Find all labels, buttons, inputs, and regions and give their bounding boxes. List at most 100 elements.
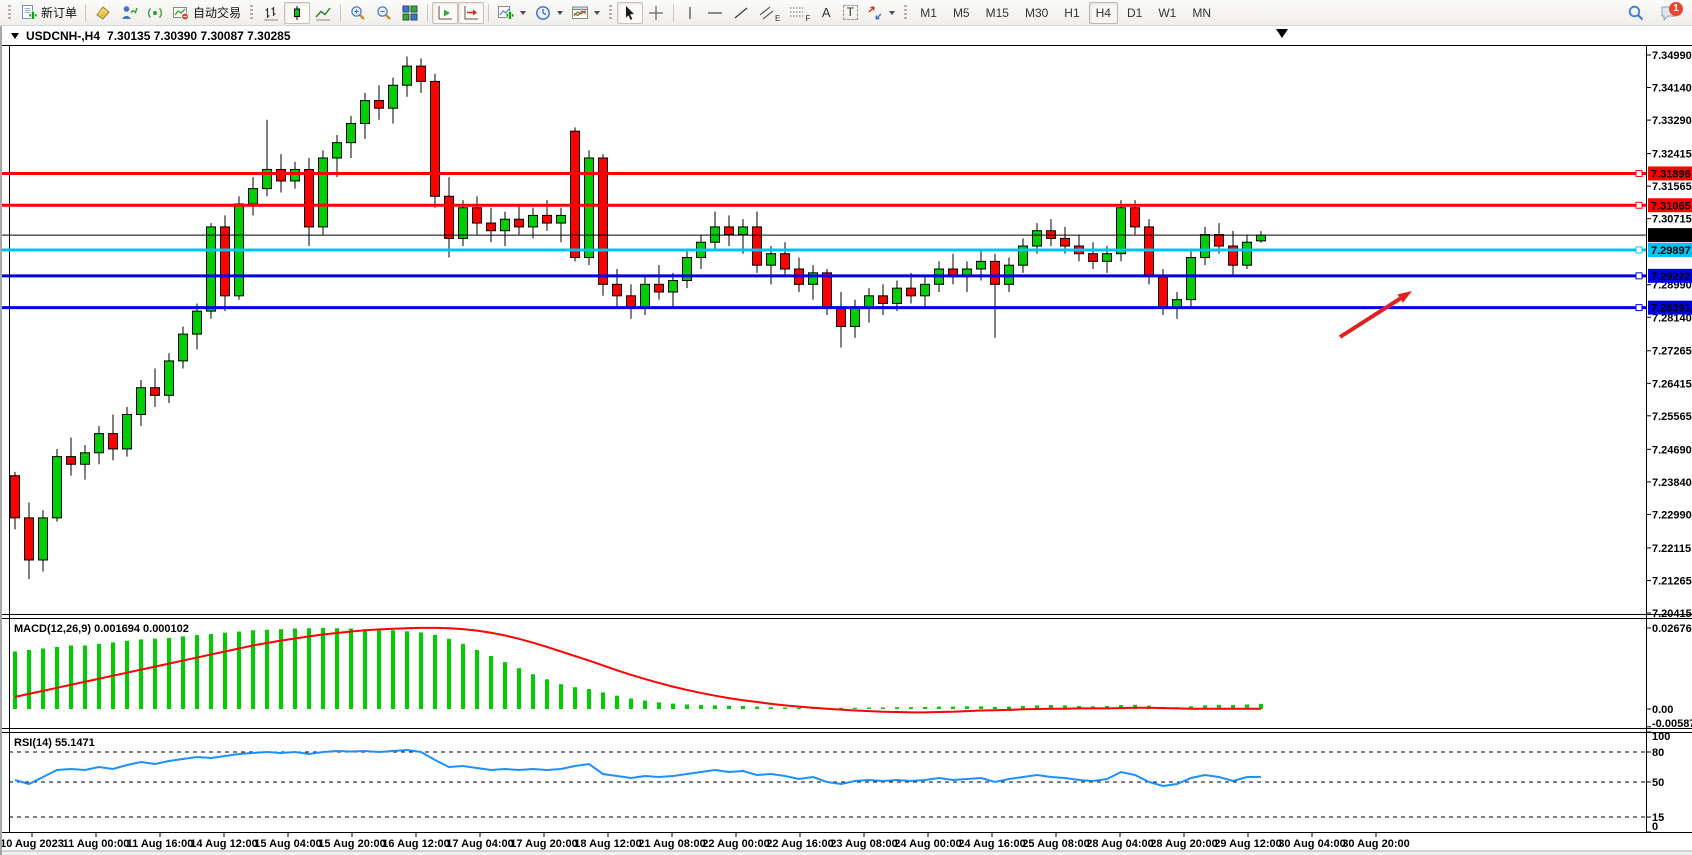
candle-body: [655, 284, 664, 292]
price-tick-label: 7.22990: [1652, 509, 1692, 521]
autotrading-button[interactable]: 自动交易: [168, 2, 245, 24]
channel-sub-label: E: [775, 14, 780, 23]
vertical-line-tool-button[interactable]: [678, 2, 702, 24]
candle-body: [515, 219, 524, 227]
price-tick-label: 7.24690: [1652, 444, 1692, 456]
gold-gem-icon: [94, 4, 112, 22]
search-button[interactable]: [1623, 2, 1649, 24]
cursor-arrow-icon: [621, 4, 639, 22]
candle-body: [823, 273, 832, 307]
arrows-tool-button[interactable]: [862, 2, 899, 24]
candle-body: [1061, 238, 1070, 246]
timeframe-button-h1[interactable]: H1: [1057, 2, 1086, 24]
timeframe-button-d1[interactable]: D1: [1120, 2, 1149, 24]
time-tick-label: 22 Aug 00:00: [702, 838, 769, 850]
svg-text:7.28391: 7.28391: [1651, 303, 1691, 315]
rsi-axis-label: 100: [1652, 731, 1670, 743]
fibonacci-tool-button[interactable]: F: [784, 2, 814, 24]
current-price-badge: 7.30285: [1648, 228, 1692, 242]
timeframe-button-h4[interactable]: H4: [1089, 2, 1118, 24]
rsi-axis-label: 50: [1652, 777, 1664, 789]
candle-body: [389, 85, 398, 108]
period-button[interactable]: [530, 2, 567, 24]
candle-body: [277, 169, 286, 180]
candlestick-mode-button[interactable]: [284, 2, 310, 24]
candle-body: [837, 307, 846, 326]
crosshair-tool-button[interactable]: [643, 2, 669, 24]
svg-text:7.30285: 7.30285: [1651, 230, 1691, 242]
chart-symbol-period: USDCNH-,H4: [26, 29, 100, 43]
zoom-in-icon: [349, 4, 367, 22]
candle-body: [599, 158, 608, 284]
auto-scroll-icon: [436, 4, 454, 22]
candle-body: [487, 223, 496, 231]
price-tick-label: 7.23840: [1652, 477, 1692, 489]
new-chart-button[interactable]: [493, 2, 530, 24]
fibonacci-icon: [788, 4, 806, 22]
crosshair-icon: [647, 4, 665, 22]
symbol-dropdown-icon[interactable]: [11, 33, 19, 39]
svg-text:7.31896: 7.31896: [1651, 168, 1691, 180]
auto-scroll-button[interactable]: [432, 2, 458, 24]
bar-chart-mode-button[interactable]: [258, 2, 284, 24]
timeframe-button-m15[interactable]: M15: [979, 2, 1016, 24]
candle-body: [249, 189, 258, 204]
time-tick-label: 15 Aug 20:00: [318, 838, 385, 850]
candle-body: [1257, 235, 1266, 241]
equidistant-channel-tool-button[interactable]: E: [754, 2, 784, 24]
clock-icon: [534, 4, 552, 22]
timeframe-button-m1[interactable]: M1: [913, 2, 944, 24]
hline-handle: [1636, 305, 1642, 311]
new-order-button[interactable]: 新订单: [16, 2, 81, 24]
timeframe-button-w1[interactable]: W1: [1151, 2, 1183, 24]
autotrading-icon: [172, 4, 190, 22]
zoom-out-button[interactable]: [371, 2, 397, 24]
horizontal-line-tool-button[interactable]: [702, 2, 728, 24]
candle-body: [753, 227, 762, 265]
svg-text:7.29222: 7.29222: [1651, 271, 1691, 283]
toolbar-separator: [673, 4, 674, 22]
candle-body: [1145, 227, 1154, 277]
time-tick-label: 21 Aug 08:00: [638, 838, 705, 850]
strategy-tester-button[interactable]: [116, 2, 142, 24]
hline-handle: [1636, 170, 1642, 176]
candle-body: [767, 254, 776, 265]
hline-handle: [1636, 247, 1642, 253]
candle-body: [501, 219, 510, 230]
svg-text:7.29897: 7.29897: [1651, 245, 1691, 257]
cursor-tool-button[interactable]: [617, 2, 643, 24]
time-tick-label: 24 Aug 16:00: [958, 838, 1025, 850]
candle-body: [137, 388, 146, 415]
toolbar-grip: [250, 5, 253, 21]
tile-windows-button[interactable]: [397, 2, 423, 24]
timeframe-button-m5[interactable]: M5: [946, 2, 977, 24]
text-tool-button[interactable]: A: [814, 2, 838, 24]
time-tick-label: 18 Aug 12:00: [574, 838, 641, 850]
line-chart-mode-button[interactable]: [310, 2, 336, 24]
tester-person-icon: [120, 4, 138, 22]
candle-body: [529, 215, 538, 226]
svg-text:7.31065: 7.31065: [1651, 200, 1691, 212]
timeframe-button-m30[interactable]: M30: [1018, 2, 1055, 24]
text-label-tool-button[interactable]: T: [838, 2, 862, 24]
channel-icon: [758, 4, 776, 22]
template-button[interactable]: [567, 2, 604, 24]
trendline-tool-button[interactable]: [728, 2, 754, 24]
market-watch-button[interactable]: [90, 2, 116, 24]
candle-body: [39, 518, 48, 560]
candle-body: [613, 284, 622, 295]
chart-shift-marker[interactable]: [1276, 29, 1288, 38]
candlestick-icon: [288, 4, 306, 22]
time-tick-label: 30 Aug 04:00: [1278, 838, 1345, 850]
timeframe-group: M1M5M15M30H1H4D1W1MN: [912, 2, 1219, 24]
candle-body: [851, 307, 860, 326]
price-chart[interactable]: 7.349907.341407.332907.324157.315657.307…: [2, 46, 1692, 855]
candle-body: [165, 361, 174, 395]
candle-body: [893, 288, 902, 303]
chart-shift-button[interactable]: [458, 2, 484, 24]
notifications-button[interactable]: 1: [1657, 2, 1681, 24]
candle-body: [95, 434, 104, 453]
zoom-in-button[interactable]: [345, 2, 371, 24]
timeframe-button-mn[interactable]: MN: [1185, 2, 1218, 24]
signals-button[interactable]: [142, 2, 168, 24]
